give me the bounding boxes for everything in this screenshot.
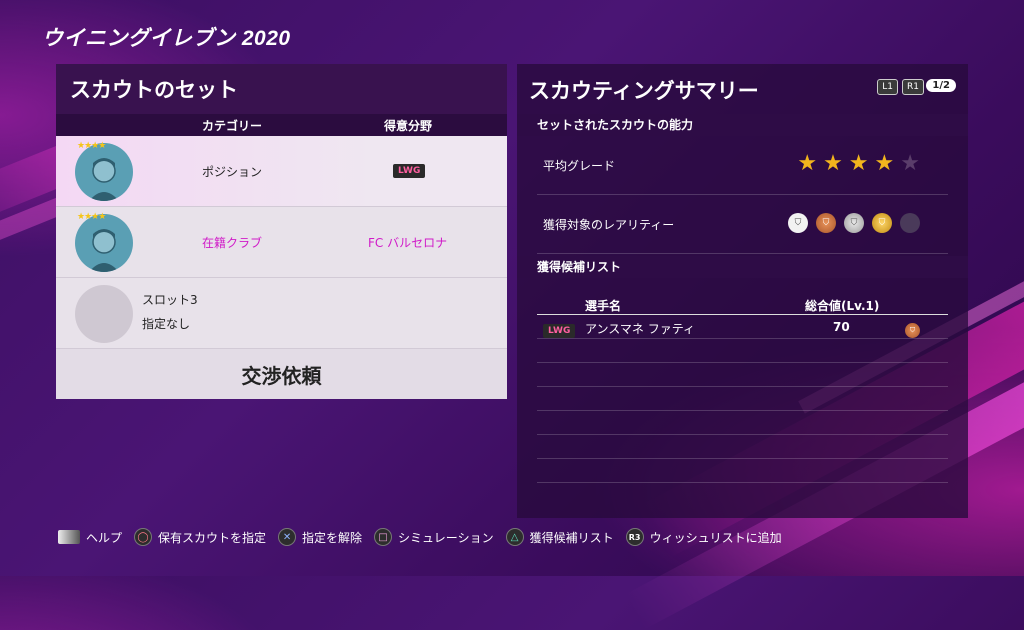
scout-stars: ★★★★ [77,141,106,151]
slot-label: スロット3 [142,293,198,307]
star-filled-icon: ★ [874,151,901,176]
list-item [537,459,948,483]
panel-title: スカウティングサマリー [529,79,759,103]
col-specialty: 得意分野 [384,119,433,133]
cross-button-icon: ✕ [278,528,297,546]
wishlist-hint[interactable]: R3 ウィッシュリストに追加 [625,528,782,546]
player-name: アンスマネ ファティ [585,322,696,336]
assign-scout-hint[interactable]: ◯ 保有スカウトを指定 [134,528,266,546]
position-badge: LWG [393,162,426,178]
scout-slot-1[interactable]: ★★★★ ポジション LWG [56,136,507,207]
star-empty-icon: ★ [900,151,926,176]
star-filled-icon: ★ [797,151,824,176]
hint-label: 獲得候補リスト [529,530,614,545]
hint-label: ヘルプ [86,530,123,545]
star-filled-icon: ★ [823,151,849,176]
col-category: カテゴリー [202,119,263,133]
rarity-label: 獲得対象のレアリティー [543,218,675,232]
empty-medal-icon [900,213,920,233]
scout-set-panel: スカウトのセット カテゴリー 得意分野 ★★★★ ポジション LWG ★★★★ … [56,64,507,399]
white-medal-icon: ⛉ [788,213,808,233]
list-item [537,339,948,363]
list-item [537,411,948,435]
grade-stars: ★★★★★ [797,151,926,176]
bronze-medal-icon: ⛉ [816,213,836,233]
negotiate-button[interactable]: 交渉依頼 [56,349,507,399]
button-guide: ヘルプ ◯ 保有スカウトを指定 ✕ 指定を解除 □ シミュレーション △ 獲得候… [58,528,794,546]
category-value: 在籍クラブ [202,236,263,250]
list-header: 選手名 総合値(Lv.1) [537,292,948,315]
panel-title: スカウトのセット [56,64,507,114]
l1-button-icon[interactable]: L1 [877,79,898,95]
col-player-name: 選手名 [585,299,622,313]
column-header: カテゴリー 得意分野 [56,114,507,136]
square-button-icon: □ [374,528,393,546]
r3-button-icon: R3 [625,528,644,546]
circle-button-icon: ◯ [134,528,153,546]
scout-avatar [75,143,133,201]
gold-medal-icon: ⛉ [872,213,892,233]
candidate-list-hint[interactable]: △ 獲得候補リスト [505,528,614,546]
col-overall: 総合値(Lv.1) [805,299,880,313]
section-header: 獲得候補リスト [517,256,968,278]
list-item[interactable]: LWG アンスマネ ファティ 70 ⛉ [537,315,948,339]
candidate-list: 選手名 総合値(Lv.1) LWG アンスマネ ファティ 70 ⛉ [537,292,948,483]
hint-label: シミュレーション [398,530,494,545]
scout-stars: ★★★★ [77,212,106,222]
triangle-button-icon: △ [505,528,524,546]
star-filled-icon: ★ [848,151,875,176]
scouting-summary-panel: スカウティングサマリー L1 R1 1/2 セットされたスカウトの能力 平均グレ… [517,64,968,518]
page-indicator: 1/2 [926,79,956,92]
silver-medal-icon: ⛉ [844,213,864,233]
scout-avatar [75,214,133,272]
avg-grade-label: 平均グレード [543,159,616,173]
help-hint[interactable]: ヘルプ [58,529,122,546]
game-logo: ウイニングイレブン 2020 [42,27,291,50]
avg-grade-row: 平均グレード ★★★★★ [537,136,948,195]
touchpad-icon [58,530,80,544]
list-item [537,363,948,387]
scout-slot-2[interactable]: ★★★★ 在籍クラブ FC バルセロナ [56,207,507,278]
list-item [537,387,948,411]
hint-label: ウィッシュリストに追加 [649,530,782,545]
slot-status: 指定なし [142,317,191,331]
unassign-hint[interactable]: ✕ 指定を解除 [278,528,362,546]
empty-avatar [75,285,133,343]
category-value: ポジション [202,165,263,179]
list-item [537,435,948,459]
specialty-value: FC バルセロナ [368,236,448,250]
hint-label: 指定を解除 [302,530,363,545]
scout-slot-3[interactable]: スロット3 指定なし [56,278,507,349]
player-overall: 70 [833,320,850,334]
simulation-hint[interactable]: □ シミュレーション [374,528,494,546]
section-header: セットされたスカウトの能力 [517,114,968,136]
r1-button-icon[interactable]: R1 [902,79,924,95]
hint-label: 保有スカウトを指定 [158,530,267,545]
rarity-row: 獲得対象のレアリティー ⛉ ⛉ ⛉ ⛉ [537,195,948,254]
